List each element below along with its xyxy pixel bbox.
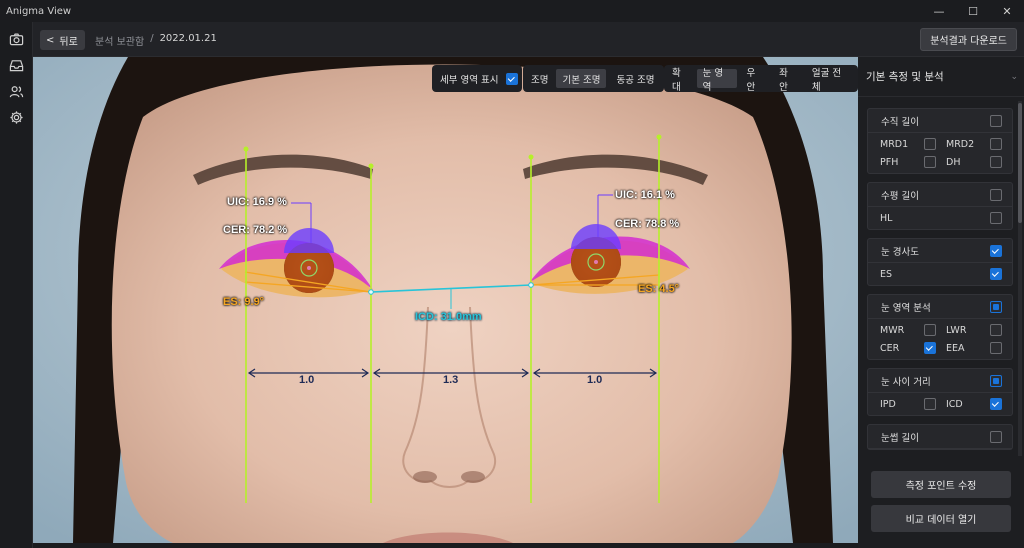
card-title: 수직 길이: [881, 116, 919, 128]
edit-measurement-points-button[interactable]: 측정 포인트 수정: [871, 471, 1011, 498]
dh-checkbox[interactable]: [990, 156, 1002, 168]
open-comparison-data-button[interactable]: 비교 데이터 열기: [871, 505, 1011, 532]
back-label: 뒤로: [59, 36, 78, 48]
panel-scrollbar[interactable]: [1018, 101, 1022, 456]
right-eye-uic-label: UIC: 16.9 %: [227, 196, 287, 208]
zoom-option-left-eye[interactable]: 좌안: [773, 68, 802, 93]
close-button[interactable]: ✕: [990, 0, 1024, 22]
card-eyebrow-length: 눈썹 길이: [867, 424, 1013, 450]
breadcrumb-current: 2022.01.21: [159, 33, 217, 44]
card-toggle-checkbox[interactable]: [990, 114, 1002, 127]
item-label: HL: [880, 212, 893, 224]
ipd-checkbox[interactable]: [924, 398, 936, 410]
item-label: MRD1: [880, 138, 909, 150]
breadcrumb: 분석 보관함 / 2022.01.21: [95, 33, 217, 48]
card-toggle-checkbox[interactable]: [990, 244, 1002, 257]
hl-checkbox[interactable]: [990, 212, 1002, 224]
window-controls: — ☐ ✕: [922, 0, 1024, 22]
inbox-icon[interactable]: [9, 58, 24, 73]
zoom-selector: 확대 눈 영역 우안 좌안 얼굴 전체: [664, 65, 858, 93]
item-label: IPD: [880, 398, 896, 410]
eea-checkbox[interactable]: [990, 342, 1002, 354]
detail-area-toggle[interactable]: 세부 영역 표시: [432, 65, 523, 92]
icd-checkbox[interactable]: [990, 398, 1002, 410]
left-eye-es-label: ES: 4.5°: [638, 283, 680, 295]
users-icon[interactable]: [9, 84, 24, 99]
pfh-checkbox[interactable]: [924, 156, 936, 168]
detail-area-checkbox[interactable]: [506, 72, 519, 85]
ratio-left-label: 1.0: [299, 374, 315, 386]
left-nav-rail: [0, 22, 33, 548]
top-toolbar: < 뒤로 분석 보관함 / 2022.01.21 분석결과 다운로드: [33, 22, 1024, 57]
card-inter-eye-distance: 눈 사이 거리 IPD ICD: [867, 368, 1013, 416]
right-eye-cer-label: CER: 78.2 %: [223, 224, 288, 236]
title-bar: Anigma View — ☐ ✕: [0, 0, 1024, 22]
chevron-left-icon: <: [46, 34, 55, 46]
panel-title: 기본 측정 및 분석: [866, 71, 944, 83]
chevron-down-icon[interactable]: ⌄: [1010, 72, 1018, 82]
left-eye-cer-label: CER: 78.8 %: [615, 218, 680, 230]
measurement-cards: 수직 길이 MRD1 MRD2 PFH DH 수평 길이 HL 눈 경사도 ES…: [867, 108, 1013, 455]
lighting-option-pupil[interactable]: 동공 조명: [610, 69, 660, 88]
card-toggle-checkbox[interactable]: [990, 430, 1002, 443]
minimize-button[interactable]: —: [922, 0, 956, 22]
item-label: MRD2: [946, 138, 975, 150]
lighting-selector: 조명 기본 조명 동공 조명: [523, 65, 665, 92]
back-button[interactable]: < 뒤로: [40, 30, 85, 50]
item-label: EEA: [946, 342, 965, 354]
card-toggle-checkbox[interactable]: [990, 374, 1002, 387]
card-eye-slope: 눈 경사도 ES: [867, 238, 1013, 286]
cer-checkbox[interactable]: [924, 342, 936, 354]
lighting-label: 조명: [531, 74, 549, 86]
item-label: DH: [946, 156, 961, 168]
left-eye-uic-label: UIC: 16.1 %: [615, 189, 675, 201]
face-photo: [33, 57, 858, 543]
card-title: 눈 경사도: [881, 246, 919, 258]
item-label: ICD: [946, 398, 963, 410]
status-strip: [33, 543, 858, 548]
zoom-option-full-face[interactable]: 얼굴 전체: [806, 68, 854, 93]
breadcrumb-separator: /: [150, 33, 154, 44]
ratio-middle-label: 1.3: [443, 374, 459, 386]
app-title: Anigma View: [6, 5, 72, 17]
detail-area-label: 세부 영역 표시: [440, 74, 499, 86]
face-image-viewer[interactable]: UIC: 16.9 % CER: 78.2 % ES: 9.9° UIC: 16…: [33, 57, 858, 543]
card-eye-area-analysis: 눈 영역 분석 MWR LWR CER EEA: [867, 294, 1013, 360]
camera-icon[interactable]: [9, 32, 24, 47]
mwr-checkbox[interactable]: [924, 324, 936, 336]
card-title: 수평 길이: [881, 190, 919, 202]
settings-icon[interactable]: [9, 110, 24, 125]
icd-label: ICD: 31.0mm: [415, 311, 482, 323]
item-label: CER: [880, 342, 900, 354]
zoom-option-eye-area[interactable]: 눈 영역: [696, 68, 737, 93]
item-label: MWR: [880, 324, 905, 336]
maximize-button[interactable]: ☐: [956, 0, 990, 22]
zoom-label: 확대: [672, 67, 681, 93]
item-label: PFH: [880, 156, 899, 168]
card-horizontal-length: 수평 길이 HL: [867, 182, 1013, 230]
mrd1-checkbox[interactable]: [924, 138, 936, 150]
lwr-checkbox[interactable]: [990, 324, 1002, 336]
analysis-panel: 기본 측정 및 분석 ⌄ 수직 길이 MRD1 MRD2 PFH DH 수평 길…: [858, 57, 1024, 548]
panel-header[interactable]: 기본 측정 및 분석 ⌄: [858, 57, 1024, 97]
item-label: LWR: [946, 324, 967, 336]
ratio-right-label: 1.0: [587, 374, 603, 386]
card-title: 눈 영역 분석: [881, 302, 931, 314]
breadcrumb-root[interactable]: 분석 보관함: [95, 33, 144, 48]
zoom-option-right-eye[interactable]: 우안: [741, 68, 770, 93]
download-results-button[interactable]: 분석결과 다운로드: [920, 28, 1017, 51]
right-eye-es-label: ES: 9.9°: [223, 296, 265, 308]
card-vertical-length: 수직 길이 MRD1 MRD2 PFH DH: [867, 108, 1013, 174]
es-checkbox[interactable]: [990, 268, 1002, 280]
lighting-option-basic[interactable]: 기본 조명: [556, 69, 607, 88]
card-title: 눈썹 길이: [881, 432, 919, 444]
item-label: ES: [880, 268, 893, 280]
card-title: 눈 사이 거리: [881, 376, 931, 388]
scrollbar-thumb[interactable]: [1018, 103, 1022, 223]
card-toggle-checkbox[interactable]: [990, 300, 1002, 313]
card-toggle-checkbox[interactable]: [990, 188, 1002, 201]
mrd2-checkbox[interactable]: [990, 138, 1002, 150]
